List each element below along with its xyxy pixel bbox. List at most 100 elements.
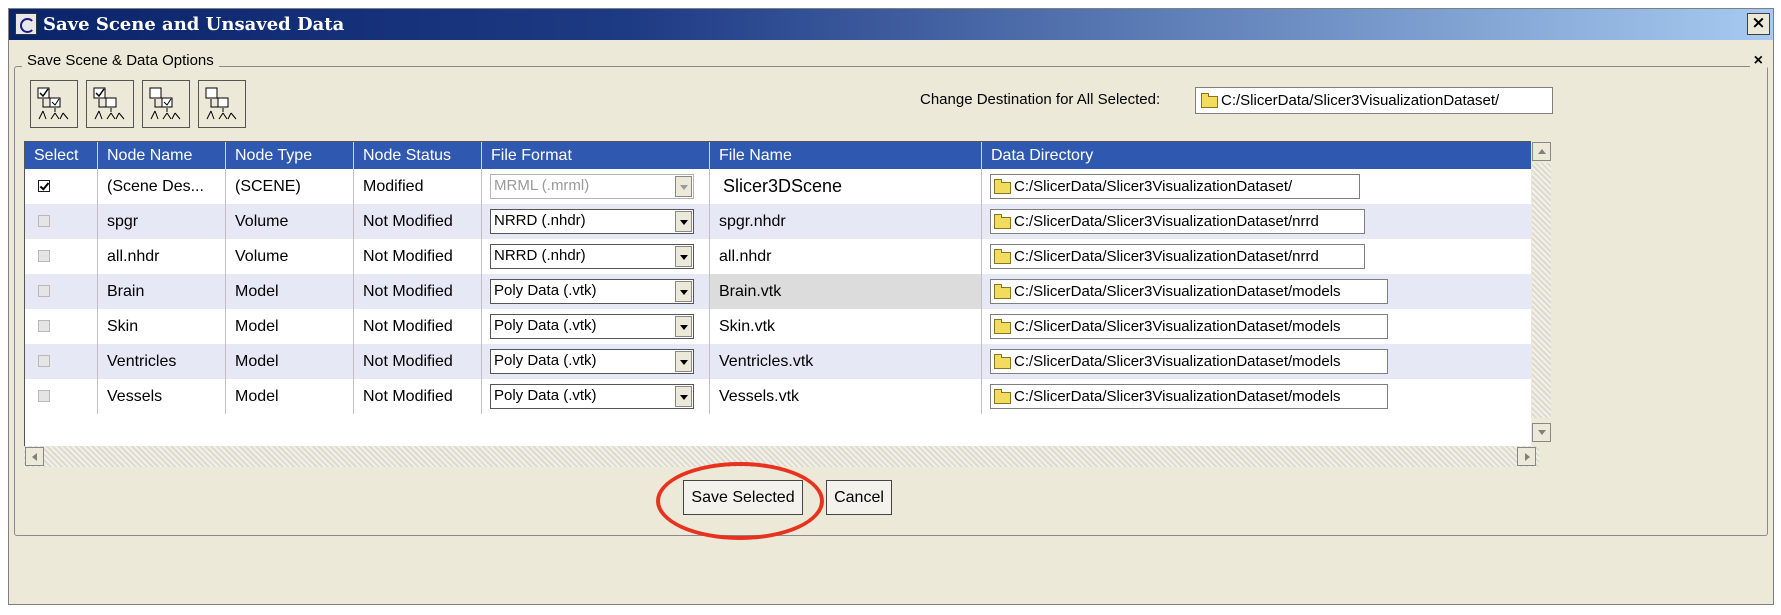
node-name-cell: Skin	[98, 309, 226, 344]
select-checkbox[interactable]	[38, 320, 50, 332]
select-data-button[interactable]	[142, 80, 190, 128]
select-cell[interactable]	[25, 309, 98, 344]
close-button[interactable]: ×	[1747, 13, 1770, 35]
header-file-name[interactable]: File Name	[710, 142, 982, 169]
scroll-right-button[interactable]	[1517, 447, 1536, 466]
file-name-cell[interactable]: Ventricles.vtk	[710, 344, 982, 379]
directory-button[interactable]: C:/SlicerData/Slicer3VisualizationDatase…	[990, 209, 1365, 234]
select-cell[interactable]	[25, 274, 98, 309]
directory-button[interactable]: C:/SlicerData/Slicer3VisualizationDatase…	[990, 174, 1360, 199]
scroll-left-button[interactable]	[25, 447, 44, 466]
destination-value: C:/SlicerData/Slicer3VisualizationDatase…	[1221, 92, 1500, 109]
header-node-status[interactable]: Node Status	[354, 142, 482, 169]
file-format-cell: Poly Data (.vtk)	[482, 379, 710, 414]
file-name-cell[interactable]: spgr.nhdr	[710, 204, 982, 239]
data-directory-cell: C:/SlicerData/Slicer3VisualizationDatase…	[982, 274, 1538, 309]
file-name-cell[interactable]: all.nhdr	[710, 239, 982, 274]
data-directory-cell: C:/SlicerData/Slicer3VisualizationDatase…	[982, 204, 1538, 239]
table-row[interactable]: Skin Model Not Modified Poly Data (.vtk) Ski…	[25, 309, 1538, 344]
scroll-down-button[interactable]	[1532, 423, 1551, 442]
scroll-track[interactable]	[1532, 163, 1551, 418]
header-data-directory[interactable]: Data Directory	[982, 142, 1538, 169]
select-cell[interactable]	[25, 204, 98, 239]
file-format-cell: NRRD (.nhdr)	[482, 239, 710, 274]
node-status-cell: Not Modified	[354, 344, 482, 379]
highlight-ring	[656, 462, 824, 540]
file-format-dropdown[interactable]: Poly Data (.vtk)	[490, 384, 694, 409]
header-node-name[interactable]: Node Name	[98, 142, 226, 169]
header-file-format[interactable]: File Format	[482, 142, 710, 169]
deselect-all-button[interactable]	[198, 80, 246, 128]
data-directory-cell: C:/SlicerData/Slicer3VisualizationDatase…	[982, 169, 1538, 204]
select-checkbox[interactable]	[38, 250, 50, 262]
select-checkbox[interactable]	[38, 285, 50, 297]
chevron-down-icon[interactable]	[675, 281, 692, 302]
table-row[interactable]: (Scene Des... (SCENE) Modified MRML (.mrml)…	[25, 169, 1538, 204]
chevron-down-icon[interactable]	[675, 386, 692, 407]
file-name-cell[interactable]: Brain.vtk	[710, 274, 982, 309]
directory-button[interactable]: C:/SlicerData/Slicer3VisualizationDatase…	[990, 244, 1365, 269]
select-cell[interactable]	[25, 239, 98, 274]
data-directory-cell: C:/SlicerData/Slicer3VisualizationDatase…	[982, 344, 1538, 379]
node-name-cell: all.nhdr	[98, 239, 226, 274]
table-header: Select Node Name Node Type Node Status F…	[25, 142, 1538, 169]
group-label: Save Scene & Data Options	[22, 52, 219, 69]
select-cell[interactable]	[25, 379, 98, 414]
cancel-button[interactable]: Cancel	[826, 480, 892, 515]
header-select[interactable]: Select	[25, 142, 98, 169]
file-format-dropdown[interactable]: NRRD (.nhdr)	[490, 244, 694, 269]
table-row[interactable]: all.nhdr Volume Not Modified NRRD (.nhdr) al…	[25, 239, 1538, 274]
node-status-cell: Not Modified	[354, 239, 482, 274]
file-format-dropdown[interactable]: Poly Data (.vtk)	[490, 279, 694, 304]
directory-button[interactable]: C:/SlicerData/Slicer3VisualizationDatase…	[990, 384, 1388, 409]
select-cell[interactable]	[25, 344, 98, 379]
directory-path: C:/SlicerData/Slicer3VisualizationDatase…	[1014, 353, 1341, 370]
file-format-dropdown[interactable]: MRML (.mrml)	[490, 174, 694, 199]
file-format-value: MRML (.mrml)	[494, 177, 590, 194]
file-format-dropdown[interactable]: Poly Data (.vtk)	[490, 314, 694, 339]
chevron-down-icon[interactable]	[675, 211, 692, 232]
file-name-cell[interactable]: Slicer3DScene	[710, 169, 982, 204]
select-checkbox[interactable]	[38, 215, 50, 227]
title-bar[interactable]: Save Scene and Unsaved Data ×	[9, 9, 1773, 40]
horizontal-scrollbar[interactable]	[24, 446, 1539, 467]
collapse-icon[interactable]: ×	[1749, 52, 1767, 70]
select-checkbox[interactable]	[38, 180, 50, 192]
window-title: Save Scene and Unsaved Data	[43, 14, 345, 35]
select-modified-icon	[93, 87, 125, 120]
select-checkbox[interactable]	[38, 355, 50, 367]
select-checkbox[interactable]	[38, 390, 50, 402]
vertical-scrollbar[interactable]	[1531, 141, 1552, 448]
header-node-type[interactable]: Node Type	[226, 142, 354, 169]
chevron-down-icon[interactable]	[675, 246, 692, 267]
node-status-cell: Modified	[354, 169, 482, 204]
select-all-icon	[37, 87, 69, 120]
select-all-button[interactable]	[30, 80, 78, 128]
folder-icon	[994, 214, 1011, 229]
table-row[interactable]: Ventricles Model Not Modified Poly Data (.v…	[25, 344, 1538, 379]
table-row[interactable]: Brain Model Not Modified Poly Data (.vtk) Br…	[25, 274, 1538, 309]
file-name-cell[interactable]: Skin.vtk	[710, 309, 982, 344]
chevron-down-icon[interactable]	[675, 316, 692, 337]
file-format-cell: Poly Data (.vtk)	[482, 344, 710, 379]
chevron-down-icon[interactable]	[675, 351, 692, 372]
data-directory-cell: C:/SlicerData/Slicer3VisualizationDatase…	[982, 379, 1538, 414]
file-format-dropdown[interactable]: NRRD (.nhdr)	[490, 209, 694, 234]
select-modified-button[interactable]	[86, 80, 134, 128]
chevron-down-icon[interactable]	[675, 176, 692, 197]
node-name-cell: Ventricles	[98, 344, 226, 379]
directory-button[interactable]: C:/SlicerData/Slicer3VisualizationDatase…	[990, 314, 1388, 339]
file-format-dropdown[interactable]: Poly Data (.vtk)	[490, 349, 694, 374]
directory-path: C:/SlicerData/Slicer3VisualizationDatase…	[1014, 248, 1319, 265]
table-row[interactable]: spgr Volume Not Modified NRRD (.nhdr) spgr.n…	[25, 204, 1538, 239]
destination-field[interactable]: C:/SlicerData/Slicer3VisualizationDatase…	[1195, 87, 1553, 114]
file-format-cell: NRRD (.nhdr)	[482, 204, 710, 239]
select-cell[interactable]	[25, 169, 98, 204]
directory-button[interactable]: C:/SlicerData/Slicer3VisualizationDatase…	[990, 279, 1388, 304]
node-type-cell: Model	[226, 274, 354, 309]
table-row[interactable]: Vessels Model Not Modified Poly Data (.vtk)…	[25, 379, 1538, 414]
file-name-cell[interactable]: Vessels.vtk	[710, 379, 982, 414]
scroll-up-button[interactable]	[1532, 142, 1551, 161]
directory-button[interactable]: C:/SlicerData/Slicer3VisualizationDatase…	[990, 349, 1388, 374]
folder-icon[interactable]	[1201, 93, 1218, 108]
